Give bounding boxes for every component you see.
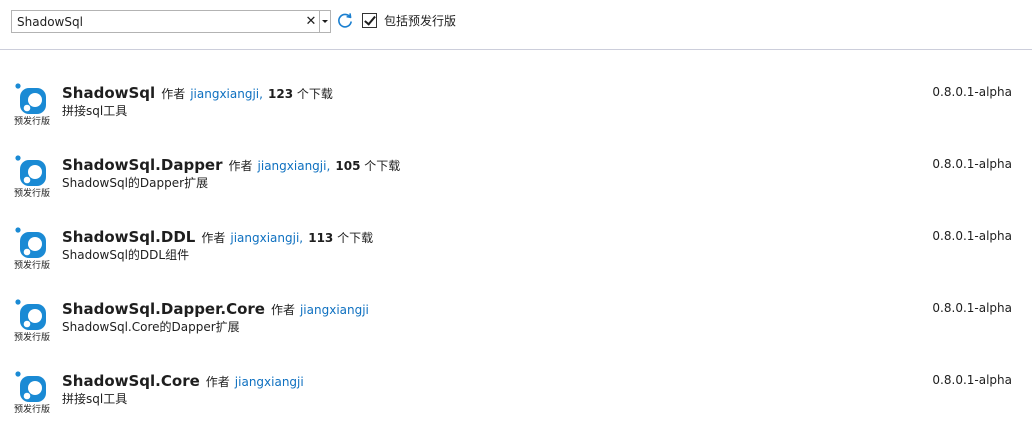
nuget-package-icon bbox=[15, 227, 46, 258]
package-version: 0.8.0.1-alpha bbox=[932, 85, 1012, 99]
author-label: 作者 bbox=[161, 87, 186, 101]
package-description: 拼接sql工具 bbox=[62, 104, 128, 118]
package-header: ShadowSql.Dapper 作者 jiangxiangji, 105 个下载 bbox=[62, 155, 400, 176]
download-count: 113 个下载 bbox=[308, 231, 373, 245]
package-name: ShadowSql.Dapper.Core bbox=[62, 300, 265, 318]
package-item[interactable]: 预发行版 ShadowSql.DDL 作者 jiangxiangji, 113 个下… bbox=[0, 195, 1032, 271]
package-item[interactable]: 预发行版 ShadowSql.Dapper.Core 作者 jiangxiangji… bbox=[0, 267, 1032, 343]
refresh-icon[interactable] bbox=[336, 12, 354, 30]
download-count-number: 113 bbox=[308, 231, 334, 245]
author-link[interactable]: jiangxiangji, bbox=[190, 87, 263, 101]
package-version: 0.8.0.1-alpha bbox=[932, 373, 1012, 387]
author-label: 作者 bbox=[201, 231, 226, 245]
author-label: 作者 bbox=[270, 303, 295, 317]
nuget-package-icon bbox=[15, 83, 46, 114]
prerelease-badge: 预发行版 bbox=[14, 405, 51, 415]
package-item[interactable]: 预发行版 ShadowSql.Core 作者 jiangxiangji 拼接sql工… bbox=[0, 339, 1032, 415]
author-link[interactable]: jiangxiangji, bbox=[230, 231, 303, 245]
package-description: ShadowSql的DDL组件 bbox=[62, 248, 190, 262]
download-count-suffix: 个下载 bbox=[333, 231, 374, 245]
package-header: ShadowSql.DDL 作者 jiangxiangji, 113 个下载 bbox=[62, 227, 373, 248]
download-count: 105 个下载 bbox=[335, 159, 400, 173]
package-name: ShadowSql.Core bbox=[62, 372, 200, 390]
nuget-package-icon bbox=[15, 155, 46, 186]
package-header: ShadowSql.Dapper.Core 作者 jiangxiangji bbox=[62, 299, 369, 320]
search-history-dropdown[interactable] bbox=[319, 11, 330, 32]
package-version: 0.8.0.1-alpha bbox=[932, 301, 1012, 315]
search-toolbar: ✕ 包括预发行版 bbox=[0, 0, 1032, 50]
package-item[interactable]: 预发行版 ShadowSql 作者 jiangxiangji, 123 个下载 拼接… bbox=[0, 51, 1032, 127]
package-description: 拼接sql工具 bbox=[62, 392, 128, 406]
clear-search-button[interactable]: ✕ bbox=[303, 11, 319, 32]
package-name: ShadowSql.DDL bbox=[62, 228, 196, 246]
package-version: 0.8.0.1-alpha bbox=[932, 229, 1012, 243]
author-label: 作者 bbox=[228, 159, 253, 173]
package-name: ShadowSql.Dapper bbox=[62, 156, 223, 174]
package-version: 0.8.0.1-alpha bbox=[932, 157, 1012, 171]
include-prerelease-label[interactable]: 包括预发行版 bbox=[384, 14, 456, 29]
search-box[interactable]: ✕ bbox=[11, 10, 331, 33]
author-link[interactable]: jiangxiangji bbox=[300, 303, 369, 317]
package-name: ShadowSql bbox=[62, 84, 156, 102]
author-link[interactable]: jiangxiangji bbox=[235, 375, 304, 389]
nuget-package-icon bbox=[15, 371, 46, 402]
author-link[interactable]: jiangxiangji, bbox=[258, 159, 331, 173]
author-label: 作者 bbox=[205, 375, 230, 389]
nuget-package-icon bbox=[15, 299, 46, 330]
download-count-number: 105 bbox=[335, 159, 361, 173]
download-count-number: 123 bbox=[268, 87, 294, 101]
package-item[interactable]: 预发行版 ShadowSql.Dapper 作者 jiangxiangji, 105… bbox=[0, 123, 1032, 199]
package-description: ShadowSql.Core的Dapper扩展 bbox=[62, 320, 240, 334]
download-count-suffix: 个下载 bbox=[293, 87, 333, 101]
download-count: 123 个下载 bbox=[268, 87, 333, 101]
search-input[interactable] bbox=[12, 11, 309, 32]
download-count-suffix: 个下载 bbox=[360, 159, 401, 173]
package-header: ShadowSql 作者 jiangxiangji, 123 个下载 bbox=[62, 83, 333, 104]
package-description: ShadowSql的Dapper扩展 bbox=[62, 176, 209, 190]
include-prerelease-checkbox[interactable] bbox=[362, 13, 377, 28]
package-header: ShadowSql.Core 作者 jiangxiangji bbox=[62, 371, 304, 392]
